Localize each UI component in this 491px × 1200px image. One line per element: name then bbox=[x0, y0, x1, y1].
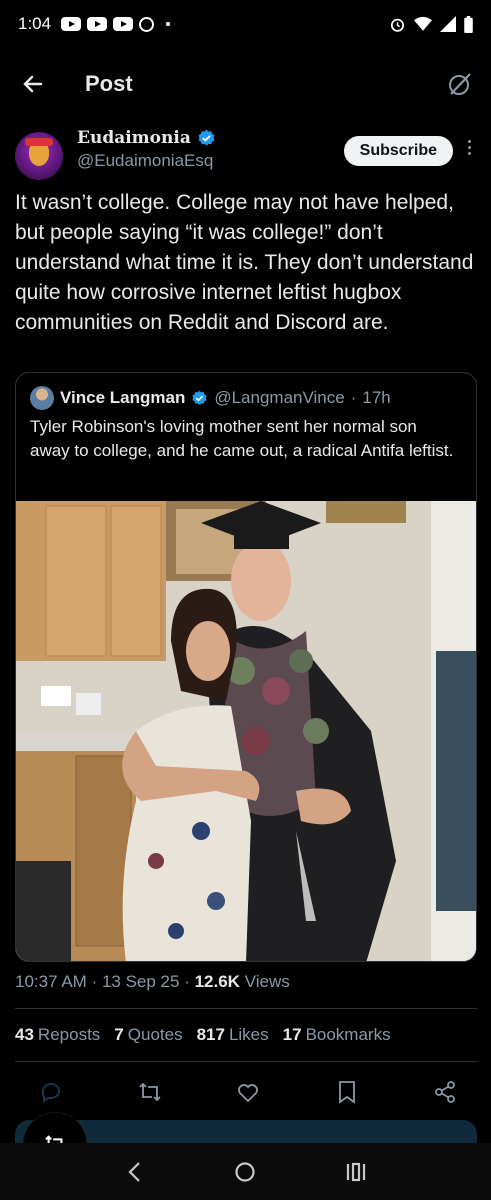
alarm-icon bbox=[139, 16, 155, 32]
views-label: Views bbox=[244, 972, 290, 991]
quote-header: Vince Langman @LangmanVince · 17h bbox=[30, 386, 391, 410]
status-bar: 1:04 bbox=[0, 0, 491, 48]
quote-age: 17h bbox=[362, 388, 391, 407]
nav-recents-button[interactable] bbox=[336, 1152, 376, 1192]
author-display-name[interactable]: Eudaimonia bbox=[77, 128, 216, 148]
share-button[interactable] bbox=[431, 1078, 459, 1106]
tweet-time: 10:37 AM bbox=[15, 972, 87, 991]
signal-icon bbox=[440, 16, 456, 32]
reply-button[interactable] bbox=[37, 1078, 65, 1106]
app-bar: Post bbox=[0, 55, 491, 113]
recents-nav-icon bbox=[346, 1162, 365, 1181]
page-title: Post bbox=[85, 71, 133, 96]
author-names: Eudaimonia @EudaimoniaEsq bbox=[77, 128, 216, 171]
youtube-icon bbox=[87, 17, 108, 31]
battery-icon bbox=[464, 15, 473, 33]
tweet-date: 13 Sep 25 bbox=[101, 972, 180, 991]
wifi-icon bbox=[414, 16, 432, 31]
grok-icon bbox=[449, 73, 471, 95]
nav-back-button[interactable] bbox=[115, 1152, 155, 1192]
reply-icon bbox=[41, 1083, 60, 1103]
stat-likes[interactable]: 817 Likes bbox=[197, 1025, 269, 1045]
quote-photo[interactable] bbox=[16, 501, 476, 961]
nav-home-button[interactable] bbox=[225, 1152, 265, 1192]
views-count: 12.6K bbox=[194, 972, 240, 991]
dot-icon bbox=[166, 22, 171, 26]
youtube-icon bbox=[113, 17, 134, 31]
quoted-tweet[interactable]: Vince Langman @LangmanVince · 17h Tyler … bbox=[15, 372, 477, 962]
back-button[interactable] bbox=[8, 59, 58, 109]
home-nav-icon bbox=[235, 1161, 256, 1182]
graduation-photo-image bbox=[16, 501, 476, 961]
back-nav-icon bbox=[128, 1161, 140, 1182]
engagement-stats: 43 Reposts 7 Quotes 817 Likes 17 Bookmarks bbox=[15, 1025, 391, 1045]
bookmark-icon bbox=[338, 1081, 355, 1104]
share-icon bbox=[435, 1081, 455, 1103]
divider bbox=[15, 1061, 477, 1062]
quote-author-handle: @LangmanVince bbox=[214, 388, 345, 407]
quote-author-name: Vince Langman bbox=[60, 388, 186, 407]
subscribe-button[interactable]: Subscribe bbox=[343, 136, 453, 166]
system-nav-bar bbox=[0, 1143, 491, 1200]
quote-avatar bbox=[30, 386, 54, 410]
bookmark-button[interactable] bbox=[333, 1078, 361, 1106]
action-bar bbox=[15, 1075, 477, 1109]
retweet-button[interactable] bbox=[136, 1078, 164, 1106]
avatar[interactable] bbox=[15, 132, 63, 180]
verified-badge-icon bbox=[192, 390, 207, 405]
author-name: Eudaimonia bbox=[77, 128, 191, 148]
stat-bookmarks[interactable]: 17 Bookmarks bbox=[283, 1025, 391, 1045]
quote-separator: · bbox=[350, 388, 357, 407]
divider bbox=[15, 1008, 477, 1009]
status-time: 1:04 bbox=[18, 14, 52, 33]
grok-button[interactable] bbox=[445, 69, 475, 99]
like-button[interactable] bbox=[234, 1078, 262, 1106]
more-options-icon[interactable] bbox=[461, 140, 477, 155]
retweet-icon bbox=[138, 1082, 161, 1102]
arrow-left-icon bbox=[23, 75, 43, 93]
stat-quotes[interactable]: 7 Quotes bbox=[114, 1025, 182, 1045]
stat-reposts[interactable]: 43 Reposts bbox=[15, 1025, 100, 1045]
tweet-author-row: Eudaimonia @EudaimoniaEsq Subscribe bbox=[15, 128, 477, 184]
tweet-meta: 10:37 AM · 13 Sep 25 · 12.6K Views bbox=[15, 972, 290, 991]
like-icon bbox=[238, 1084, 258, 1103]
alarm-icon bbox=[390, 18, 405, 32]
author-handle: @EudaimoniaEsq bbox=[77, 151, 214, 170]
verified-badge-icon bbox=[198, 129, 215, 146]
notification-icons bbox=[61, 16, 171, 32]
tweet-text: It wasn’t college. College may not have … bbox=[15, 191, 474, 334]
system-icons bbox=[389, 15, 473, 33]
youtube-icon bbox=[61, 17, 82, 31]
quote-text: Tyler Robinson's loving mother sent her … bbox=[30, 417, 454, 460]
